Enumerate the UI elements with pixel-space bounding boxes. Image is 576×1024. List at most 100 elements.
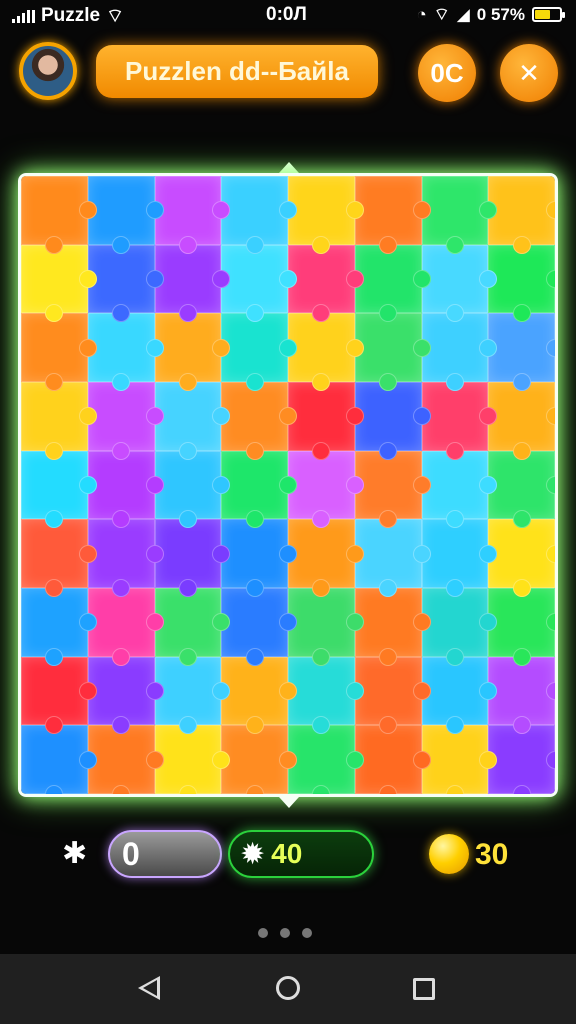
puzzle-piece[interactable] bbox=[421, 313, 497, 391]
pieces-counter: 0 bbox=[108, 830, 222, 878]
coin-count: 30 bbox=[475, 838, 509, 871]
puzzle-piece[interactable] bbox=[488, 313, 555, 391]
puzzle-title-button[interactable]: Puzzlen dd--Байla bbox=[96, 45, 378, 98]
battery-text: 0 57% bbox=[476, 4, 525, 24]
puzzle-piece[interactable] bbox=[354, 176, 431, 254]
puzzle-piece[interactable] bbox=[221, 587, 297, 666]
puzzle-piece[interactable] bbox=[87, 656, 164, 734]
puzzle-piece[interactable] bbox=[288, 450, 364, 528]
puzzle-piece[interactable] bbox=[21, 450, 97, 528]
signal-triangle-icon: ◢ bbox=[456, 4, 470, 24]
puzzle-piece[interactable] bbox=[288, 725, 364, 794]
puzzle-piece[interactable] bbox=[87, 450, 164, 528]
puzzle-piece[interactable] bbox=[421, 587, 497, 666]
gear-counter[interactable]: ✹ 40 bbox=[228, 830, 374, 878]
puzzle-piece[interactable] bbox=[154, 313, 230, 391]
puzzle-piece[interactable] bbox=[488, 381, 555, 460]
close-icon: ✕ bbox=[518, 57, 540, 88]
puzzle-piece[interactable] bbox=[21, 519, 97, 597]
back-icon[interactable] bbox=[138, 976, 160, 1000]
puzzle-piece[interactable] bbox=[87, 176, 164, 254]
wifi-icon: ⌔ bbox=[106, 6, 124, 27]
board-bottom-marker bbox=[279, 797, 299, 808]
puzzle-piece[interactable] bbox=[421, 244, 497, 322]
board-top-marker bbox=[279, 162, 299, 173]
puzzle-piece[interactable] bbox=[87, 725, 164, 794]
navigation-bar bbox=[0, 954, 576, 1024]
puzzle-piece[interactable] bbox=[221, 313, 297, 391]
puzzle-piece[interactable] bbox=[288, 519, 364, 597]
puzzle-piece[interactable] bbox=[21, 381, 97, 460]
puzzle-piece[interactable] bbox=[488, 519, 555, 597]
puzzle-piece[interactable] bbox=[21, 656, 97, 734]
puzzle-piece[interactable] bbox=[288, 244, 364, 322]
recent-apps-icon[interactable] bbox=[413, 978, 435, 1000]
puzzle-piece[interactable] bbox=[354, 313, 431, 391]
puzzle-piece[interactable] bbox=[221, 381, 297, 460]
puzzle-piece[interactable] bbox=[21, 176, 97, 254]
puzzle-piece[interactable] bbox=[154, 176, 230, 254]
puzzle-piece[interactable] bbox=[288, 313, 364, 391]
gear-icon: ✹ bbox=[240, 837, 266, 871]
puzzle-piece[interactable] bbox=[354, 450, 431, 528]
puzzle-piece[interactable] bbox=[87, 244, 164, 322]
puzzle-piece[interactable] bbox=[21, 587, 97, 666]
puzzle-piece[interactable] bbox=[87, 381, 164, 460]
puzzle-piece[interactable] bbox=[288, 656, 364, 734]
puzzle-piece[interactable] bbox=[87, 313, 164, 391]
puzzle-board[interactable] bbox=[18, 173, 558, 797]
puzzle-piece[interactable] bbox=[221, 519, 297, 597]
puzzle-piece[interactable] bbox=[421, 381, 497, 460]
puzzle-piece[interactable] bbox=[354, 656, 431, 734]
puzzle-piece[interactable] bbox=[488, 450, 555, 528]
puzzle-piece[interactable] bbox=[488, 656, 555, 734]
puzzle-piece[interactable] bbox=[288, 381, 364, 460]
home-icon[interactable] bbox=[276, 976, 300, 1000]
puzzle-piece[interactable] bbox=[154, 519, 230, 597]
puzzle-piece[interactable] bbox=[421, 176, 497, 254]
puzzle-piece[interactable] bbox=[488, 176, 555, 254]
puzzle-piece[interactable] bbox=[354, 725, 431, 794]
puzzle-piece[interactable] bbox=[154, 656, 230, 734]
puzzle-piece[interactable] bbox=[21, 244, 97, 322]
signal-icon bbox=[12, 9, 35, 23]
hint-button[interactable]: 0C bbox=[418, 44, 476, 102]
puzzle-piece[interactable] bbox=[354, 587, 431, 666]
puzzle-piece[interactable] bbox=[87, 519, 164, 597]
puzzle-piece[interactable] bbox=[154, 725, 230, 794]
puzzle-piece[interactable] bbox=[288, 587, 364, 666]
puzzle-piece[interactable] bbox=[221, 176, 297, 254]
battery-icon bbox=[532, 7, 565, 22]
puzzle-grid[interactable] bbox=[21, 176, 555, 794]
puzzle-piece[interactable] bbox=[288, 176, 364, 254]
pieces-count: 0 bbox=[122, 835, 140, 872]
puzzle-piece[interactable] bbox=[488, 725, 555, 794]
puzzle-piece[interactable] bbox=[21, 725, 97, 794]
close-button[interactable]: ✕ bbox=[500, 44, 558, 102]
puzzle-piece[interactable] bbox=[87, 587, 164, 666]
puzzle-piece[interactable] bbox=[421, 725, 497, 794]
puzzle-piece[interactable] bbox=[221, 656, 297, 734]
player-avatar[interactable] bbox=[19, 42, 77, 100]
puzzle-piece[interactable] bbox=[421, 450, 497, 528]
battery-level bbox=[535, 10, 550, 19]
puzzle-piece[interactable] bbox=[488, 244, 555, 322]
puzzle-piece[interactable] bbox=[354, 519, 431, 597]
puzzle-title: Puzzlen dd--Байla bbox=[125, 56, 349, 86]
puzzle-piece[interactable] bbox=[154, 587, 230, 666]
puzzle-piece[interactable] bbox=[354, 244, 431, 322]
puzzle-piece[interactable] bbox=[421, 656, 497, 734]
status-left: Puzzle ⌔ bbox=[12, 4, 124, 28]
puzzle-piece[interactable] bbox=[421, 519, 497, 597]
puzzle-piece[interactable] bbox=[221, 244, 297, 322]
puzzle-piece[interactable] bbox=[354, 381, 431, 460]
puzzle-piece[interactable] bbox=[221, 725, 297, 794]
status-right: ◔ ⌔ ◢ 0 57% bbox=[416, 4, 565, 25]
status-app-label: Puzzle bbox=[41, 5, 101, 26]
puzzle-piece[interactable] bbox=[488, 587, 555, 666]
puzzle-piece[interactable] bbox=[221, 450, 297, 528]
puzzle-piece[interactable] bbox=[154, 381, 230, 460]
puzzle-piece[interactable] bbox=[154, 244, 230, 322]
puzzle-piece[interactable] bbox=[21, 313, 97, 391]
puzzle-piece[interactable] bbox=[154, 450, 230, 528]
